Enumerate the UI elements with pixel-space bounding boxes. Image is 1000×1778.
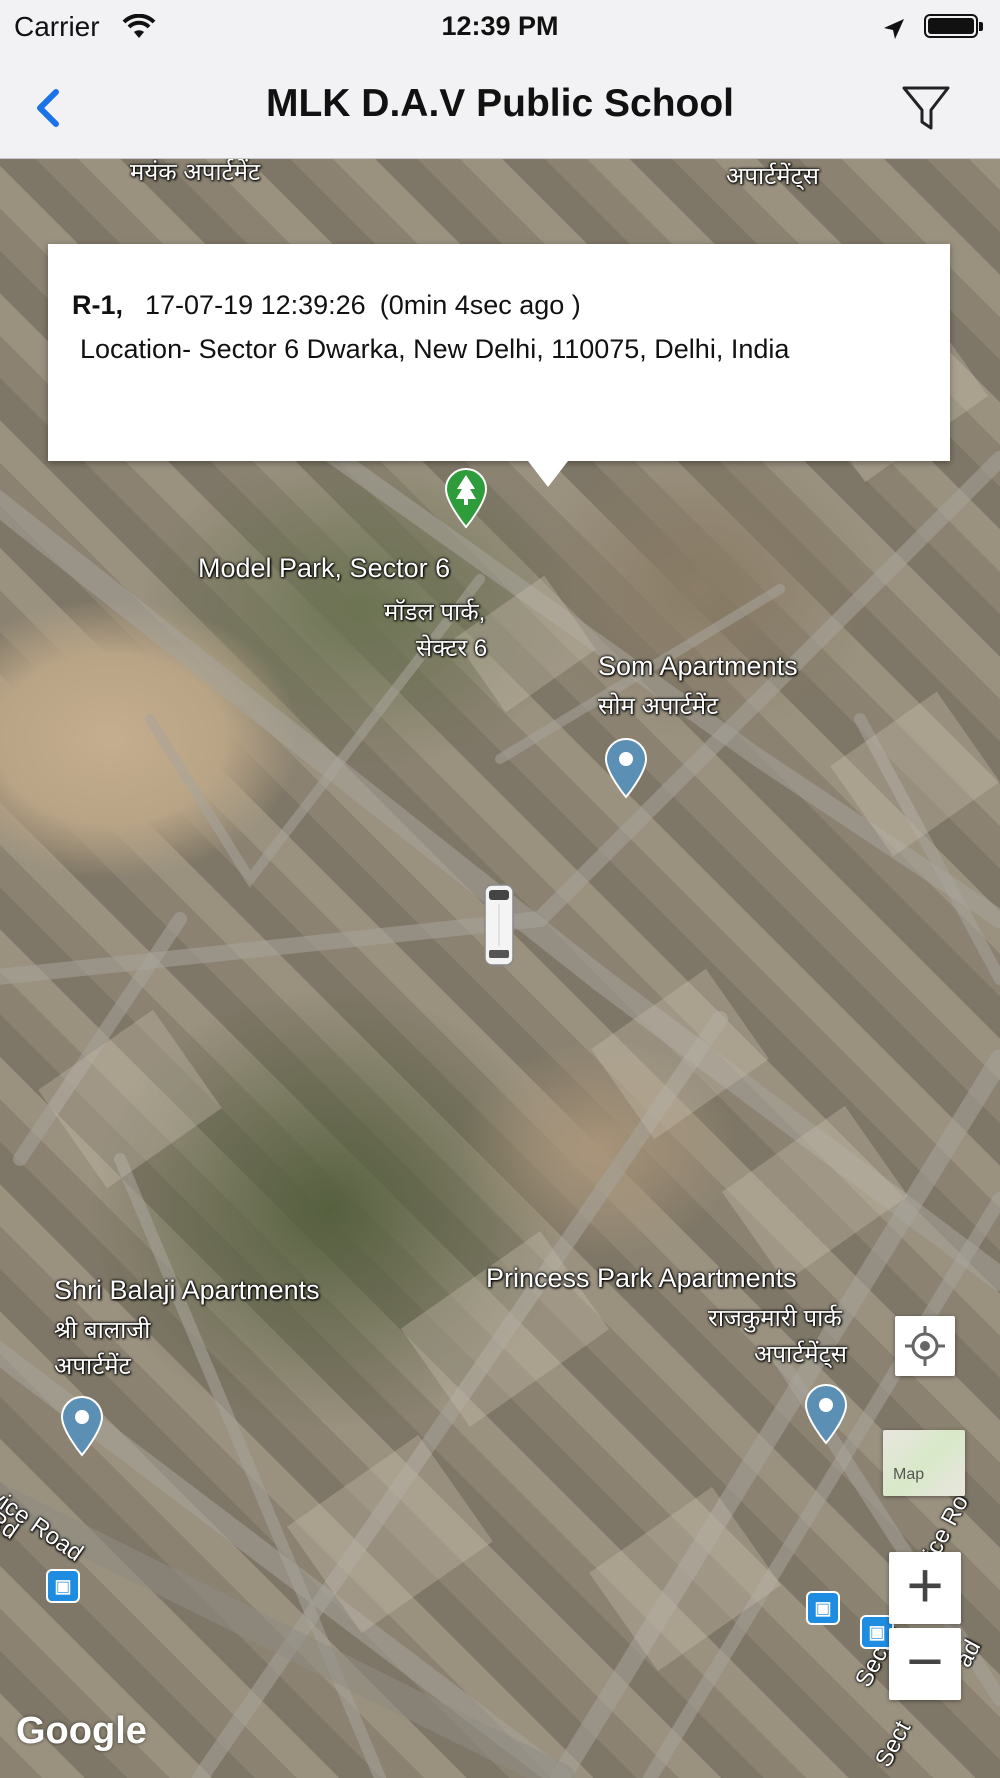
place-label-hi: सेक्टर 6 xyxy=(416,635,488,662)
vehicle-info-window[interactable]: R-1, 17-07-19 12:39:26 (0min 4sec ago ) Lo… xyxy=(48,244,950,487)
bus-stop-icon[interactable]: ▣ xyxy=(46,1569,80,1603)
route-label: R-1, xyxy=(72,290,124,320)
park-pin-icon[interactable] xyxy=(442,467,490,529)
map-type-button[interactable]: Map xyxy=(883,1430,965,1496)
filter-button[interactable] xyxy=(896,78,956,138)
place-label-hi: अपार्टमेंट्स xyxy=(754,1341,847,1368)
zoom-in-label: + xyxy=(906,1549,944,1621)
place-pin-icon[interactable] xyxy=(602,737,650,799)
bus-icon[interactable] xyxy=(484,884,514,966)
timestamp-label: 17-07-19 12:39:26 xyxy=(145,290,366,320)
bus-stop-icon[interactable]: ▣ xyxy=(806,1591,840,1625)
time-ago-label: (0min 4sec ago ) xyxy=(379,290,581,320)
navigation-bar: MLK D.A.V Public School xyxy=(0,56,1000,159)
place-pin-icon[interactable] xyxy=(802,1383,850,1445)
zoom-in-button[interactable]: + xyxy=(889,1549,961,1624)
page-title: MLK D.A.V Public School xyxy=(265,82,735,125)
battery-icon xyxy=(924,14,983,38)
place-label-hi: अपार्टमेंट xyxy=(54,1353,131,1380)
my-location-button[interactable] xyxy=(895,1316,955,1376)
my-location-icon xyxy=(905,1326,945,1366)
filter-icon xyxy=(902,86,950,130)
zoom-out-label: − xyxy=(906,1625,944,1697)
place-label-hi: राजकुमारी पार्क xyxy=(708,1305,842,1332)
place-label-hi: सोम अपार्टमेंट xyxy=(598,693,719,720)
google-logo: Google xyxy=(16,1710,147,1752)
place-label-model-park: Model Park, Sector 6 xyxy=(198,553,451,583)
location-text: Location- Sector 6 Dwarka, New Delhi, 11… xyxy=(80,334,790,364)
place-label-hi: मॉडल पार्क, xyxy=(384,599,486,626)
place-label: अपार्टमेंट्स xyxy=(726,163,819,190)
place-label-princess-park: Princess Park Apartments xyxy=(486,1263,797,1293)
place-label-hi: श्री बालाजी xyxy=(54,1317,151,1344)
map-type-label: Map xyxy=(893,1466,925,1483)
place-label-som: Som Apartments xyxy=(598,651,798,681)
zoom-out-button[interactable]: − xyxy=(889,1625,961,1700)
place-label: मयंक अपार्टमेंट xyxy=(130,159,261,186)
status-bar: Carrier 12:39 PM xyxy=(0,0,1000,56)
location-arrow-icon xyxy=(882,16,906,48)
map-view[interactable]: मयंक अपार्टमेंट अपार्टमेंट्स R-1, 17-07-1… xyxy=(0,159,1000,1778)
place-pin-icon[interactable] xyxy=(58,1395,106,1457)
place-label-shri-balaji: Shri Balaji Apartments xyxy=(54,1275,320,1305)
info-header: R-1, 17-07-19 12:39:26 (0min 4sec ago ) xyxy=(72,290,581,321)
status-time: 12:39 PM xyxy=(441,11,559,41)
